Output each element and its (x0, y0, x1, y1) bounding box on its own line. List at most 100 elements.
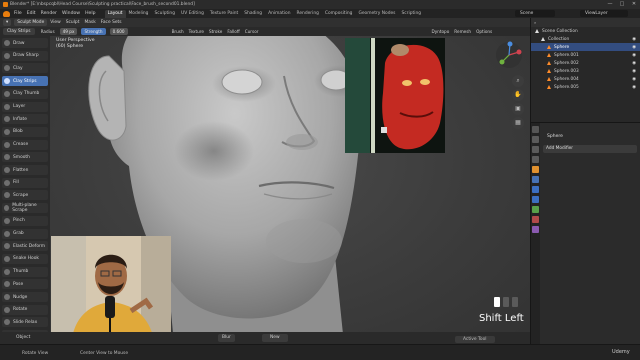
visibility-eye-icon[interactable]: ◉ (632, 53, 636, 58)
brush-crease[interactable]: Crease (2, 139, 48, 150)
dyntopo-menu[interactable]: Dyntopo (431, 29, 449, 34)
brush-multi-plane-scrape[interactable]: Multi-plane Scrape (2, 203, 48, 214)
brush-pose[interactable]: Pose (2, 279, 48, 290)
grid-icon[interactable]: ▦ (512, 117, 524, 129)
brush-draw[interactable]: Draw (2, 38, 48, 48)
outliner-row[interactable]: Sphere.003 ◉ (531, 67, 640, 75)
tab-shading[interactable]: Shading (241, 10, 265, 18)
menu-edit[interactable]: Edit (27, 11, 36, 16)
outliner-row[interactable]: Sphere.002 ◉ (531, 59, 640, 67)
brush-clay-thumb[interactable]: Clay Thumb (2, 88, 48, 99)
scene-tab[interactable] (532, 156, 539, 163)
menu-face-sets[interactable]: Face Sets (101, 20, 122, 25)
brush-thumb[interactable]: Thumb (2, 266, 48, 277)
brush-elastic-deform[interactable]: Elastic Deform (2, 241, 48, 252)
brush-draw-sharp[interactable]: Draw Sharp (2, 50, 48, 61)
tool-tab[interactable] (532, 126, 539, 133)
navigation-gizmo[interactable] (494, 40, 524, 70)
material-tab[interactable] (532, 216, 539, 223)
outliner-filter-icon[interactable]: ⌕ (534, 20, 536, 25)
brush-snake-hook[interactable]: Snake Hook (2, 253, 48, 264)
menu-render[interactable]: Render (41, 11, 57, 16)
blend-dropdown[interactable]: Blur (218, 334, 235, 342)
brush-clay[interactable]: Clay (2, 63, 48, 74)
brush-smooth[interactable]: Smooth (2, 152, 48, 163)
output-tab[interactable] (532, 146, 539, 153)
tab-compositing[interactable]: Compositing (322, 10, 356, 18)
visibility-eye-icon[interactable]: ◉ (632, 61, 636, 66)
brush-slide-relax[interactable]: Slide Relax (2, 317, 48, 328)
menu-window[interactable]: Window (62, 11, 80, 16)
data-tab[interactable] (532, 206, 539, 213)
scene-selector[interactable]: Scene (515, 10, 555, 17)
brush-blob[interactable]: Blob (2, 126, 48, 137)
brush-fill[interactable]: Fill (2, 177, 48, 188)
menu-file[interactable]: File (14, 11, 22, 16)
outliner-row[interactable]: Sphere ◉ (531, 43, 640, 51)
brush-clay-strips[interactable]: Clay Strips (2, 76, 48, 87)
tab-layout[interactable]: Layout (104, 9, 126, 18)
tab-sculpting[interactable]: Sculpting (151, 10, 178, 18)
maximize-button[interactable]: □ (616, 0, 628, 9)
menu-stroke[interactable]: Stroke (209, 29, 222, 34)
menu-falloff[interactable]: Falloff (227, 29, 239, 34)
menu-view[interactable]: View (50, 20, 60, 25)
options-menu[interactable]: Options (476, 29, 492, 34)
render-tab[interactable] (532, 136, 539, 143)
tab-uv-editing[interactable]: UV Editing (178, 10, 207, 18)
visibility-eye-icon[interactable]: ◉ (632, 45, 636, 50)
brush-inflate[interactable]: Inflate (2, 114, 48, 125)
new-button[interactable]: New (262, 334, 288, 342)
object-menu[interactable]: Object (16, 334, 30, 342)
menu-help[interactable]: Help (85, 11, 95, 16)
texture-tab[interactable] (532, 226, 539, 233)
remesh-menu[interactable]: Remesh (454, 29, 471, 34)
outliner-row[interactable]: Scene Collection (531, 27, 640, 35)
object-tab[interactable] (532, 166, 539, 173)
physics-tab[interactable] (532, 196, 539, 203)
modifier-tab[interactable] (532, 176, 539, 183)
brush-pinch[interactable]: Pinch (2, 215, 48, 226)
brush-layer[interactable]: Layer (2, 101, 48, 112)
tab-animation[interactable]: Animation (265, 10, 293, 18)
strength-field[interactable]: 0.600 (109, 28, 128, 35)
menu-cursor[interactable]: Cursor (245, 29, 259, 34)
view-layer-selector[interactable]: ViewLayer (580, 10, 628, 17)
zoom-icon[interactable]: ⌕ (512, 75, 524, 87)
outliner-row[interactable]: Sphere.004 ◉ (531, 75, 640, 83)
visibility-eye-icon[interactable]: ◉ (632, 69, 636, 74)
tab-rendering[interactable]: Rendering (293, 10, 321, 18)
close-button[interactable]: ✕ (628, 0, 640, 9)
particles-tab[interactable] (532, 186, 539, 193)
visibility-eye-icon[interactable]: ◉ (632, 77, 636, 82)
menu-mask[interactable]: Mask (84, 20, 95, 25)
outliner-row[interactable]: Sphere.001 ◉ (531, 51, 640, 59)
active-brush-name[interactable]: Clay Strips (3, 28, 35, 35)
brush-grab[interactable]: Grab (2, 228, 48, 239)
mode-selector[interactable]: Sculpt Mode (14, 19, 48, 26)
brush-rotate[interactable]: Rotate (2, 304, 48, 315)
tab-texture-paint[interactable]: Texture Paint (207, 10, 241, 18)
menu-sculpt[interactable]: Sculpt (66, 20, 80, 25)
brush-scrape[interactable]: Scrape (2, 190, 48, 201)
add-modifier-button[interactable]: Add Modifier (543, 145, 637, 153)
menu-texture[interactable]: Texture (189, 29, 204, 34)
minimize-button[interactable]: — (604, 0, 616, 9)
outliner-row[interactable]: Collection ◉ (531, 35, 640, 43)
visibility-eye-icon[interactable]: ◉ (632, 85, 636, 90)
brush-nudge[interactable]: Nudge (2, 292, 48, 302)
brush-flatten[interactable]: Flatten (2, 165, 48, 175)
blender-menu-icon[interactable] (3, 10, 10, 17)
visibility-eye-icon[interactable]: ◉ (632, 37, 636, 42)
tab-scripting[interactable]: Scripting (398, 10, 424, 18)
pan-hand-icon[interactable]: ✋ (512, 89, 524, 101)
menu-brush[interactable]: Brush (172, 29, 184, 34)
tab-modeling[interactable]: Modeling (126, 10, 152, 18)
presenter-webcam (51, 236, 171, 346)
outliner-row[interactable]: Sphere.005 ◉ (531, 83, 640, 91)
radius-field[interactable]: 49 px (59, 28, 78, 35)
tab-geometry-nodes[interactable]: Geometry Nodes (355, 10, 398, 18)
active-tool-label[interactable]: Active Tool (455, 336, 495, 343)
editor-type-dropdown[interactable]: ▾ (3, 19, 12, 26)
camera-icon[interactable]: ▣ (512, 103, 524, 115)
